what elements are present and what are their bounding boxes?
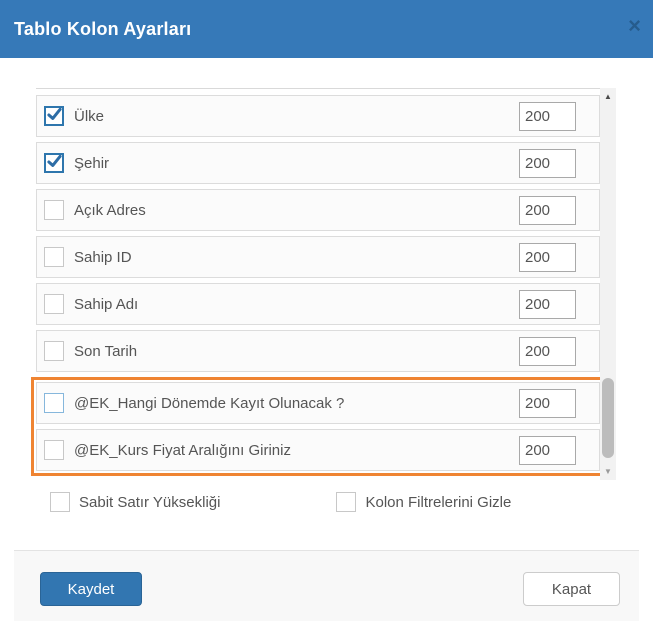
column-width-input[interactable]: [519, 337, 576, 366]
column-width-input[interactable]: [519, 436, 576, 465]
hide-column-filters-checkbox[interactable]: [336, 492, 356, 512]
column-width-input[interactable]: [519, 290, 576, 319]
column-row: Açık Adres: [36, 189, 600, 231]
column-width-input[interactable]: [519, 102, 576, 131]
column-checkbox[interactable]: [44, 440, 64, 460]
column-width-input[interactable]: [519, 389, 576, 418]
scroll-up-icon[interactable]: ▲: [600, 89, 616, 104]
column-row: @EK_Hangi Dönemde Kayıt Olunacak ?: [36, 382, 600, 424]
column-rows: Ülke Şehir Açık Adres Sahip ID Sahip Adı Son …: [36, 95, 600, 476]
options-row: Sabit Satır Yüksekliği Kolon Filtrelerin…: [50, 492, 653, 512]
column-checkbox[interactable]: [44, 247, 64, 267]
column-checkbox[interactable]: [44, 106, 64, 126]
save-button[interactable]: Kaydet: [40, 572, 142, 606]
clipped-row-edge: [36, 88, 600, 89]
scrollbar[interactable]: ▲ ▼: [600, 88, 616, 480]
column-label: Açık Adres: [74, 202, 146, 219]
option-hide-column-filters: Kolon Filtrelerini Gizle: [336, 492, 511, 512]
column-label: @EK_Kurs Fiyat Aralığını Giriniz: [74, 442, 291, 459]
option-fixed-row-height: Sabit Satır Yüksekliği: [50, 492, 220, 512]
column-checkbox[interactable]: [44, 200, 64, 220]
fixed-row-height-checkbox[interactable]: [50, 492, 70, 512]
fixed-row-height-label: Sabit Satır Yüksekliği: [79, 494, 220, 511]
modal-header: Tablo Kolon Ayarları ×: [0, 0, 653, 58]
checkmark-icon: [47, 107, 62, 122]
checkmark-icon: [47, 154, 62, 169]
column-width-input[interactable]: [519, 149, 576, 178]
modal-footer: Kaydet Kapat: [14, 550, 639, 621]
column-row: Sahip Adı: [36, 283, 600, 325]
column-label: Ülke: [74, 108, 104, 125]
column-row: Şehir: [36, 142, 600, 184]
column-checkbox[interactable]: [44, 294, 64, 314]
column-width-input[interactable]: [519, 243, 576, 272]
close-icon[interactable]: ×: [628, 15, 641, 37]
scrollbar-thumb[interactable]: [602, 378, 614, 458]
scroll-down-icon[interactable]: ▼: [600, 464, 616, 479]
column-row: @EK_Kurs Fiyat Aralığını Giriniz: [36, 429, 600, 471]
table-column-settings-modal: Tablo Kolon Ayarları × Ülke Şehir Açık Adr…: [0, 0, 653, 641]
column-label: @EK_Hangi Dönemde Kayıt Olunacak ?: [74, 395, 344, 412]
close-button[interactable]: Kapat: [523, 572, 620, 606]
column-row: Sahip ID: [36, 236, 600, 278]
column-checkbox[interactable]: [44, 153, 64, 173]
highlighted-rows-group: @EK_Hangi Dönemde Kayıt Olunacak ? @EK_Ku…: [31, 377, 609, 476]
column-checkbox[interactable]: [44, 393, 64, 413]
column-row: Ülke: [36, 95, 600, 137]
column-label: Sahip ID: [74, 249, 132, 266]
column-width-input[interactable]: [519, 196, 576, 225]
hide-column-filters-label: Kolon Filtrelerini Gizle: [365, 494, 511, 511]
column-label: Sahip Adı: [74, 296, 138, 313]
column-label: Son Tarih: [74, 343, 137, 360]
column-checkbox[interactable]: [44, 341, 64, 361]
column-label: Şehir: [74, 155, 109, 172]
modal-title: Tablo Kolon Ayarları: [14, 19, 191, 40]
column-list: Ülke Şehir Açık Adres Sahip ID Sahip Adı Son …: [36, 88, 616, 476]
column-row: Son Tarih: [36, 330, 600, 372]
